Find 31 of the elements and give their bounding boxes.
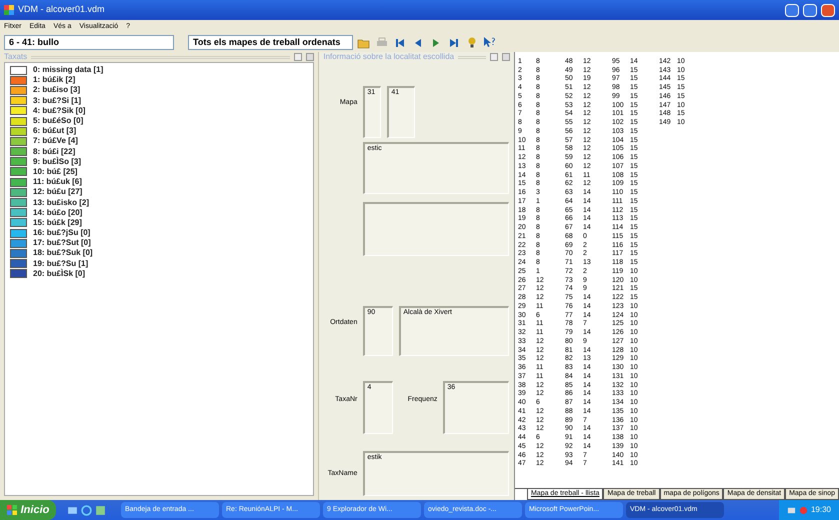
panel-title: Taxats <box>4 53 28 61</box>
view-select[interactable]: Tots els mapes de treball ordenats <box>188 35 353 50</box>
windows-logo-icon <box>6 505 17 515</box>
map-select[interactable]: 6 - 41: bullo <box>4 35 174 50</box>
help-pointer-icon[interactable] <box>483 36 497 50</box>
legend-label: 15: bú£k [29] <box>33 218 82 227</box>
legend-label: 11: bú£uk [6] <box>33 178 82 186</box>
legend-label: 4: bu£?Sik [0] <box>33 106 86 115</box>
legend-label: 2: bu£iso [3] <box>33 86 80 94</box>
legend-label: 20: bu£ÌSk [0] <box>33 270 86 278</box>
legend-label: 7: bú£Ve [4] <box>33 137 78 146</box>
legend-label: 13: bu£isko [2] <box>33 198 90 207</box>
panel-title: Informació sobre la localitat escollida <box>323 53 454 61</box>
legend-label: 12: bú£u [27] <box>33 188 82 196</box>
clock: 19:30 <box>810 504 831 516</box>
legend-label: 8: bú£i [22] <box>33 148 76 156</box>
legend-label: 18: bu£?Suk [0] <box>33 249 93 258</box>
legend-label: 10: bú£ [25] <box>33 168 78 176</box>
legend-label: 9: bu£ÌSo [3] <box>33 158 82 166</box>
legend-label: 17: bu£?Sut [0] <box>33 239 91 248</box>
legend-label: 3: bu£?Si [1] <box>33 96 82 105</box>
legend-label: 16: bu£?jSu [0] <box>33 229 90 238</box>
legend-label: 19: bu£?Su [1] <box>33 260 88 268</box>
legend-label: 14: bú£o [20] <box>33 208 82 217</box>
legend-label: 6: bú£ut [3] <box>33 127 76 136</box>
legend-label: 0: missing data [1] <box>33 66 104 74</box>
start-button[interactable]: Inicio <box>0 500 56 520</box>
legend-label: 5: bu£éSo [0] <box>33 117 84 126</box>
legend-label: 1: bú£ik [2] <box>33 76 76 84</box>
window-title: VDM - alcover01.vdm <box>18 3 106 16</box>
note-field[interactable] <box>363 202 509 256</box>
